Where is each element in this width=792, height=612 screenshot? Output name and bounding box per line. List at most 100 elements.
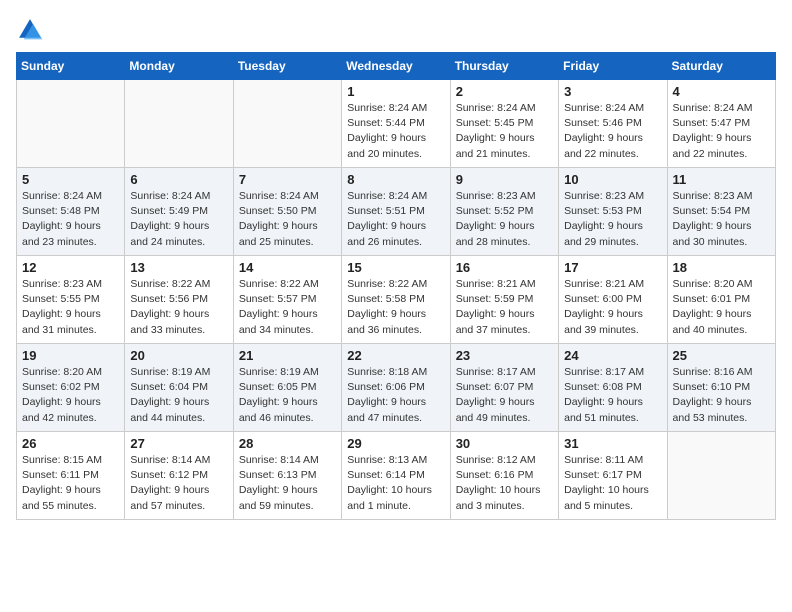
weekday-header: Saturday [667,53,775,80]
calendar-cell: 20 Sunrise: 8:19 AM Sunset: 6:04 PM Dayli… [125,344,233,432]
calendar-cell: 24 Sunrise: 8:17 AM Sunset: 6:08 PM Dayli… [559,344,667,432]
calendar-cell: 6 Sunrise: 8:24 AM Sunset: 5:49 PM Daylig… [125,168,233,256]
calendar-cell: 27Sunrise: 8:14 AM Sunset: 6:12 PM Dayli… [125,432,233,520]
day-number: 1 [347,84,444,99]
calendar-cell: 9 Sunrise: 8:23 AM Sunset: 5:52 PM Daylig… [450,168,558,256]
calendar-table: SundayMondayTuesdayWednesdayThursdayFrid… [16,52,776,520]
day-detail: Sunrise: 8:20 AM Sunset: 6:01 PM Dayligh… [673,277,770,338]
day-number: 3 [564,84,661,99]
day-number: 22 [347,348,444,363]
day-detail: Sunrise: 8:24 AM Sunset: 5:48 PM Dayligh… [22,189,119,250]
day-number: 15 [347,260,444,275]
calendar-cell [125,80,233,168]
day-detail: Sunrise: 8:15 AM Sunset: 6:11 PM Dayligh… [22,453,119,514]
calendar-cell: 10 Sunrise: 8:23 AM Sunset: 5:53 PM Dayli… [559,168,667,256]
calendar-cell: 12Sunrise: 8:23 AM Sunset: 5:55 PM Dayli… [17,256,125,344]
day-detail: Sunrise: 8:14 AM Sunset: 6:13 PM Dayligh… [239,453,336,514]
day-number: 29 [347,436,444,451]
calendar-cell: 3 Sunrise: 8:24 AM Sunset: 5:46 PM Daylig… [559,80,667,168]
weekday-header: Friday [559,53,667,80]
day-number: 21 [239,348,336,363]
day-detail: Sunrise: 8:22 AM Sunset: 5:58 PM Dayligh… [347,277,444,338]
weekday-header: Sunday [17,53,125,80]
calendar-cell: 16Sunrise: 8:21 AM Sunset: 5:59 PM Dayli… [450,256,558,344]
day-number: 12 [22,260,119,275]
day-detail: Sunrise: 8:24 AM Sunset: 5:44 PM Dayligh… [347,101,444,162]
day-number: 30 [456,436,553,451]
day-detail: Sunrise: 8:17 AM Sunset: 6:07 PM Dayligh… [456,365,553,426]
calendar-cell [17,80,125,168]
calendar-cell: 28 Sunrise: 8:14 AM Sunset: 6:13 PM Dayli… [233,432,341,520]
day-detail: Sunrise: 8:24 AM Sunset: 5:51 PM Dayligh… [347,189,444,250]
day-detail: Sunrise: 8:13 AM Sunset: 6:14 PM Dayligh… [347,453,444,514]
calendar-cell: 22 Sunrise: 8:18 AM Sunset: 6:06 PM Dayli… [342,344,450,432]
day-number: 16 [456,260,553,275]
calendar-cell: 1 Sunrise: 8:24 AM Sunset: 5:44 PM Daylig… [342,80,450,168]
calendar-cell: 30 Sunrise: 8:12 AM Sunset: 6:16 PM Dayli… [450,432,558,520]
calendar-cell: 31 Sunrise: 8:11 AM Sunset: 6:17 PM Dayli… [559,432,667,520]
calendar-cell [667,432,775,520]
day-detail: Sunrise: 8:20 AM Sunset: 6:02 PM Dayligh… [22,365,119,426]
day-number: 9 [456,172,553,187]
page-header [16,16,776,44]
day-number: 31 [564,436,661,451]
day-number: 11 [673,172,770,187]
day-detail: Sunrise: 8:24 AM Sunset: 5:47 PM Dayligh… [673,101,770,162]
weekday-header: Thursday [450,53,558,80]
day-number: 10 [564,172,661,187]
day-detail: Sunrise: 8:22 AM Sunset: 5:57 PM Dayligh… [239,277,336,338]
day-detail: Sunrise: 8:24 AM Sunset: 5:49 PM Dayligh… [130,189,227,250]
calendar-header-row: SundayMondayTuesdayWednesdayThursdayFrid… [17,53,776,80]
day-detail: Sunrise: 8:23 AM Sunset: 5:54 PM Dayligh… [673,189,770,250]
calendar-cell: 23 Sunrise: 8:17 AM Sunset: 6:07 PM Dayli… [450,344,558,432]
day-number: 6 [130,172,227,187]
calendar-week-row: 5 Sunrise: 8:24 AM Sunset: 5:48 PM Daylig… [17,168,776,256]
calendar-cell: 13 Sunrise: 8:22 AM Sunset: 5:56 PM Dayli… [125,256,233,344]
day-detail: Sunrise: 8:24 AM Sunset: 5:50 PM Dayligh… [239,189,336,250]
day-number: 20 [130,348,227,363]
day-number: 8 [347,172,444,187]
day-number: 24 [564,348,661,363]
calendar-cell: 5 Sunrise: 8:24 AM Sunset: 5:48 PM Daylig… [17,168,125,256]
day-number: 4 [673,84,770,99]
calendar-cell: 17Sunrise: 8:21 AM Sunset: 6:00 PM Dayli… [559,256,667,344]
calendar-cell: 2Sunrise: 8:24 AM Sunset: 5:45 PM Daylig… [450,80,558,168]
calendar-cell: 25 Sunrise: 8:16 AM Sunset: 6:10 PM Dayli… [667,344,775,432]
day-detail: Sunrise: 8:18 AM Sunset: 6:06 PM Dayligh… [347,365,444,426]
calendar-week-row: 19Sunrise: 8:20 AM Sunset: 6:02 PM Dayli… [17,344,776,432]
weekday-header: Monday [125,53,233,80]
day-number: 2 [456,84,553,99]
day-number: 25 [673,348,770,363]
calendar-week-row: 12Sunrise: 8:23 AM Sunset: 5:55 PM Dayli… [17,256,776,344]
calendar-week-row: 26 Sunrise: 8:15 AM Sunset: 6:11 PM Dayli… [17,432,776,520]
day-number: 27 [130,436,227,451]
day-number: 28 [239,436,336,451]
day-number: 5 [22,172,119,187]
calendar-cell [233,80,341,168]
calendar-cell: 14Sunrise: 8:22 AM Sunset: 5:57 PM Dayli… [233,256,341,344]
day-detail: Sunrise: 8:19 AM Sunset: 6:04 PM Dayligh… [130,365,227,426]
weekday-header: Wednesday [342,53,450,80]
day-detail: Sunrise: 8:22 AM Sunset: 5:56 PM Dayligh… [130,277,227,338]
day-detail: Sunrise: 8:23 AM Sunset: 5:52 PM Dayligh… [456,189,553,250]
calendar-cell: 4 Sunrise: 8:24 AM Sunset: 5:47 PM Daylig… [667,80,775,168]
weekday-header: Tuesday [233,53,341,80]
calendar-cell: 15 Sunrise: 8:22 AM Sunset: 5:58 PM Dayli… [342,256,450,344]
logo [16,16,48,44]
calendar-cell: 8 Sunrise: 8:24 AM Sunset: 5:51 PM Daylig… [342,168,450,256]
day-detail: Sunrise: 8:11 AM Sunset: 6:17 PM Dayligh… [564,453,661,514]
day-detail: Sunrise: 8:12 AM Sunset: 6:16 PM Dayligh… [456,453,553,514]
day-number: 17 [564,260,661,275]
day-number: 23 [456,348,553,363]
day-number: 7 [239,172,336,187]
day-number: 26 [22,436,119,451]
day-detail: Sunrise: 8:23 AM Sunset: 5:53 PM Dayligh… [564,189,661,250]
day-detail: Sunrise: 8:16 AM Sunset: 6:10 PM Dayligh… [673,365,770,426]
calendar-cell: 11 Sunrise: 8:23 AM Sunset: 5:54 PM Dayli… [667,168,775,256]
day-detail: Sunrise: 8:17 AM Sunset: 6:08 PM Dayligh… [564,365,661,426]
calendar-cell: 7 Sunrise: 8:24 AM Sunset: 5:50 PM Daylig… [233,168,341,256]
day-number: 13 [130,260,227,275]
day-detail: Sunrise: 8:19 AM Sunset: 6:05 PM Dayligh… [239,365,336,426]
calendar-week-row: 1 Sunrise: 8:24 AM Sunset: 5:44 PM Daylig… [17,80,776,168]
day-detail: Sunrise: 8:24 AM Sunset: 5:46 PM Dayligh… [564,101,661,162]
